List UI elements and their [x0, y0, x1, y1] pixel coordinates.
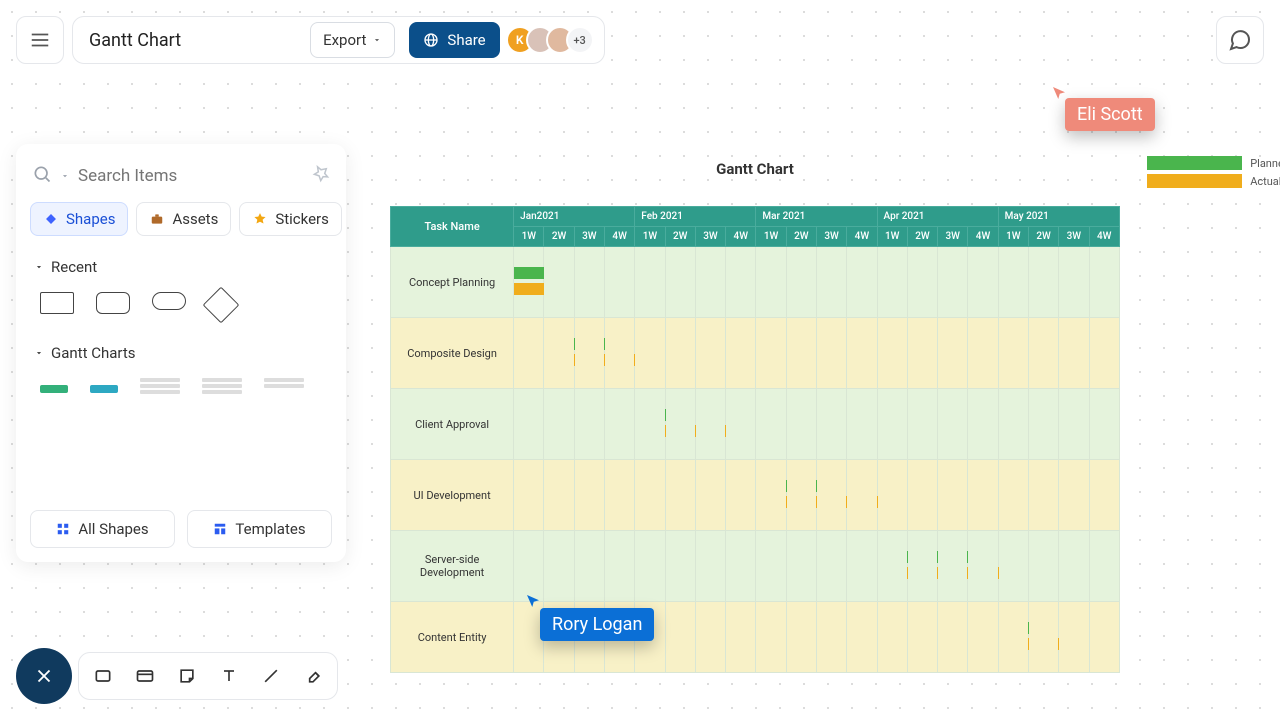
task-name: Composite Design: [391, 318, 514, 389]
shapes-panel: Shapes Assets Stickers Recent Gantt Char…: [16, 144, 346, 562]
diamond-icon: [43, 211, 59, 227]
gantt-table: Task NameJan2021Feb 2021Mar 2021Apr 2021…: [390, 206, 1120, 673]
pin-icon[interactable]: [312, 165, 330, 187]
globe-icon: [423, 32, 439, 48]
section-label: Recent: [51, 258, 97, 276]
button-label: Templates: [235, 520, 305, 538]
chevron-down-icon[interactable]: [60, 171, 70, 181]
legend-swatch-actual: [1147, 174, 1242, 188]
shape-rounded-rect[interactable]: [96, 292, 130, 314]
legend: Planned Actual: [1147, 156, 1280, 192]
tab-shapes[interactable]: Shapes: [30, 202, 128, 236]
search-input[interactable]: [78, 166, 304, 186]
template-icon: [213, 522, 227, 536]
hamburger-icon: [29, 29, 51, 51]
table-row: Composite Design: [391, 318, 1120, 389]
collaborator-avatars[interactable]: K +3: [514, 26, 594, 54]
close-panel-button[interactable]: [16, 648, 72, 704]
cursor-pointer: [524, 592, 542, 610]
share-label: Share: [447, 31, 485, 49]
star-icon: [252, 211, 268, 227]
shape-rectangle[interactable]: [40, 292, 74, 314]
table-row: Concept Planning: [391, 247, 1120, 318]
templates-button[interactable]: Templates: [187, 510, 332, 548]
table-row: Client Approval: [391, 389, 1120, 460]
chart-title: Gantt Chart: [390, 160, 1120, 178]
export-label: Export: [323, 31, 366, 49]
tab-assets[interactable]: Assets: [136, 202, 231, 236]
chevron-down-icon: [372, 35, 382, 45]
close-icon: [33, 665, 55, 687]
tool-strip: [78, 652, 338, 700]
caret-down-icon: [34, 348, 44, 358]
task-name: Concept Planning: [391, 247, 514, 318]
table-row: Server-side Development: [391, 531, 1120, 602]
tool-rectangle[interactable]: [89, 662, 117, 690]
cursor-tag-rory: Rory Logan: [540, 608, 654, 641]
gantt-shape[interactable]: [140, 378, 180, 400]
tab-label: Stickers: [275, 210, 329, 228]
shape-pill[interactable]: [152, 292, 186, 310]
task-name: Server-side Development: [391, 531, 514, 602]
gantt-shape[interactable]: [264, 378, 304, 400]
tab-label: Assets: [172, 210, 218, 228]
section-label: Gantt Charts: [51, 344, 135, 362]
task-name: Content Entity: [391, 602, 514, 673]
main-menu-button[interactable]: [16, 16, 64, 64]
title-bar: Gantt Chart Export Share K +3: [72, 16, 605, 64]
bar-actual[interactable]: [514, 283, 544, 295]
cursor-tag-eli: Eli Scott: [1065, 98, 1155, 131]
legend-label: Planned: [1250, 157, 1280, 170]
gantt-shape[interactable]: [202, 378, 242, 400]
legend-label: Actual: [1250, 175, 1280, 188]
tool-sticky[interactable]: [173, 662, 201, 690]
caret-down-icon: [34, 262, 44, 272]
button-label: All Shapes: [78, 520, 148, 538]
tab-stickers[interactable]: Stickers: [239, 202, 342, 236]
tool-card[interactable]: [131, 662, 159, 690]
table-row: UI Development: [391, 460, 1120, 531]
legend-swatch-planned: [1147, 156, 1242, 170]
section-recent[interactable]: Recent: [30, 246, 332, 284]
tool-line[interactable]: [257, 662, 285, 690]
avatar-more[interactable]: +3: [566, 26, 594, 54]
grid-icon: [56, 522, 70, 536]
briefcase-icon: [149, 211, 165, 227]
search-icon: [32, 164, 52, 188]
shape-diamond[interactable]: [203, 287, 240, 324]
document-title[interactable]: Gantt Chart: [89, 30, 296, 51]
task-name: UI Development: [391, 460, 514, 531]
all-shapes-button[interactable]: All Shapes: [30, 510, 175, 548]
canvas[interactable]: Planned Actual Gantt Chart Task NameJan2…: [390, 160, 1120, 673]
gantt-shape[interactable]: [40, 385, 68, 393]
chat-icon: [1228, 28, 1252, 52]
task-name: Client Approval: [391, 389, 514, 460]
chat-button[interactable]: [1216, 16, 1264, 64]
tool-text[interactable]: [215, 662, 243, 690]
table-row: Content Entity: [391, 602, 1120, 673]
gantt-shape[interactable]: [90, 385, 118, 393]
bar-planned[interactable]: [514, 267, 544, 279]
share-button[interactable]: Share: [409, 22, 499, 58]
tab-label: Shapes: [66, 210, 115, 228]
export-button[interactable]: Export: [310, 22, 395, 58]
section-gantt[interactable]: Gantt Charts: [30, 332, 332, 370]
tool-pen[interactable]: [299, 662, 327, 690]
